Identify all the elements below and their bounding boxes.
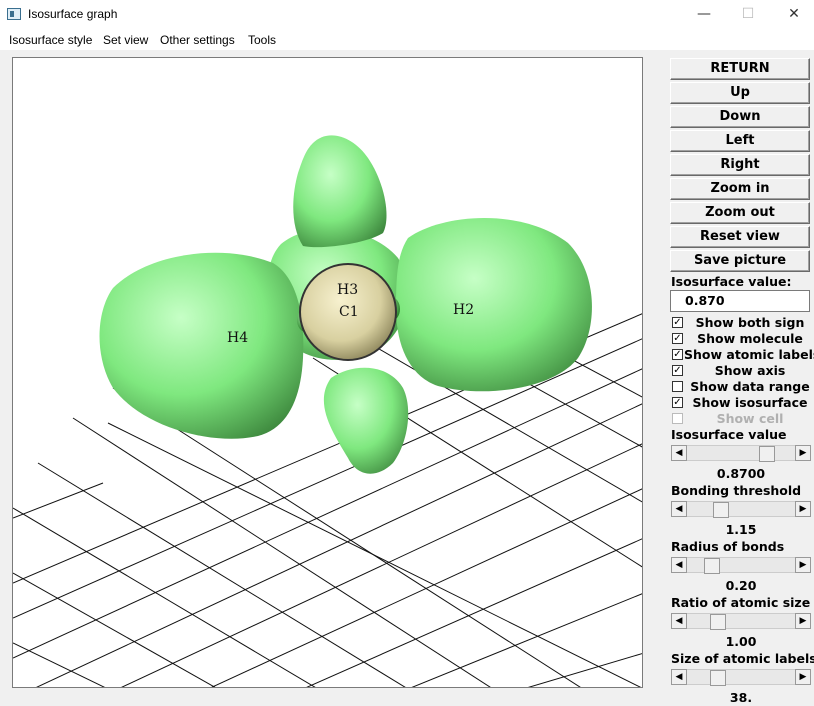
left-button[interactable]: Left: [670, 130, 810, 152]
checkbox-show-both-sign[interactable]: ✓ Show both sign: [670, 315, 812, 331]
checkbox-label: Show cell: [716, 411, 784, 426]
isovalue-input[interactable]: 0.870: [670, 290, 810, 312]
checkbox-box[interactable]: ✓: [672, 365, 683, 376]
checkbox-label: Show axis: [714, 363, 786, 378]
title-bar: Isosurface graph — ☐ ✕: [0, 0, 814, 30]
menu-other-settings[interactable]: Other settings: [160, 33, 235, 47]
scroll-right-arrow-icon[interactable]: ▶: [795, 669, 811, 685]
slider-radius-of-bonds[interactable]: ◀ ▶: [671, 557, 811, 574]
menu-set-view[interactable]: Set view: [103, 33, 148, 47]
isosurface-lobe-h4: [99, 252, 304, 439]
isosurface-scene: H3 C1 H2 H4: [13, 135, 642, 687]
atom-label-h2: H2: [453, 302, 474, 318]
slider-thumb[interactable]: [704, 558, 720, 574]
menu-tools[interactable]: Tools: [248, 33, 276, 47]
slider-label-size-of-atomic-labels: Size of atomic labels: [671, 651, 814, 666]
slider-track[interactable]: [687, 613, 795, 630]
menu-isosurface-style[interactable]: Isosurface style: [9, 33, 92, 47]
checkbox-label: Show isosurface: [692, 395, 808, 410]
zoom-in-button[interactable]: Zoom in: [670, 178, 810, 200]
scroll-right-arrow-icon[interactable]: ▶: [795, 613, 811, 629]
slider-bonding-threshold[interactable]: ◀ ▶: [671, 501, 811, 518]
down-button[interactable]: Down: [670, 106, 810, 128]
scroll-right-arrow-icon[interactable]: ▶: [795, 557, 811, 573]
slider-track[interactable]: [687, 557, 795, 574]
slider-size-of-atomic-labels[interactable]: ◀ ▶: [671, 669, 811, 686]
slider-label-ratio-of-atomic-size: Ratio of atomic size: [671, 595, 811, 610]
checkbox-label: Show data range: [690, 379, 810, 394]
app-icon: [7, 8, 21, 20]
checkbox-label: Show molecule: [697, 331, 803, 346]
checkbox-box[interactable]: ✓: [672, 317, 683, 328]
zoom-out-button[interactable]: Zoom out: [670, 202, 810, 224]
slider-thumb[interactable]: [710, 614, 726, 630]
slider-thumb[interactable]: [710, 670, 726, 686]
slider-label-isosurface-value: Isosurface value: [671, 427, 787, 442]
slider-thumb[interactable]: [713, 502, 729, 518]
slider-value-size-of-atomic-labels: 38.: [729, 690, 753, 705]
right-button[interactable]: Right: [670, 154, 810, 176]
return-button[interactable]: RETURN: [670, 58, 810, 80]
slider-value-bonding-threshold: 1.15: [725, 522, 757, 537]
save-picture-button[interactable]: Save picture: [670, 250, 810, 272]
checkbox-box[interactable]: ✓: [672, 349, 683, 360]
checkbox-box[interactable]: [672, 381, 683, 392]
up-button[interactable]: Up: [670, 82, 810, 104]
close-button[interactable]: ✕: [771, 0, 814, 30]
slider-value-isosurface-value: 0.8700: [716, 466, 766, 481]
menu-bar: Isosurface style Set view Other settings…: [0, 30, 814, 50]
slider-track[interactable]: [687, 501, 795, 518]
atom-label-c1: C1: [339, 304, 359, 320]
slider-track[interactable]: [687, 445, 795, 462]
checkbox-label: Show atomic labels: [684, 347, 814, 362]
atom-label-h3: H3: [337, 282, 358, 298]
checkbox-show-molecule[interactable]: ✓ Show molecule: [670, 331, 812, 347]
checkbox-show-isosurface[interactable]: ✓ Show isosurface: [670, 395, 812, 411]
slider-value-radius-of-bonds: 0.20: [725, 578, 757, 593]
checkbox-show-axis[interactable]: ✓ Show axis: [670, 363, 812, 379]
window-title: Isosurface graph: [28, 7, 118, 21]
atom-label-h4: H4: [227, 330, 248, 346]
scroll-left-arrow-icon[interactable]: ◀: [671, 613, 687, 629]
slider-label-radius-of-bonds: Radius of bonds: [671, 539, 785, 554]
slider-track[interactable]: [687, 669, 795, 686]
slider-isosurface-value[interactable]: ◀ ▶: [671, 445, 811, 462]
isovalue-label: Isosurface value:: [671, 274, 792, 289]
minimize-button[interactable]: —: [681, 0, 727, 30]
scroll-left-arrow-icon[interactable]: ◀: [671, 501, 687, 517]
slider-value-ratio-of-atomic-size: 1.00: [725, 634, 757, 649]
checkbox-box[interactable]: ✓: [672, 333, 683, 344]
isosurface-lobe-bottom: [323, 367, 409, 474]
slider-ratio-of-atomic-size[interactable]: ◀ ▶: [671, 613, 811, 630]
checkbox-label: Show both sign: [695, 315, 805, 330]
scroll-left-arrow-icon[interactable]: ◀: [671, 557, 687, 573]
scroll-left-arrow-icon[interactable]: ◀: [671, 445, 687, 461]
checkbox-show-data-range[interactable]: Show data range: [670, 379, 812, 395]
slider-label-bonding-threshold: Bonding threshold: [671, 483, 802, 498]
scroll-left-arrow-icon[interactable]: ◀: [671, 669, 687, 685]
checkbox-show-cell: Show cell: [670, 411, 812, 427]
maximize-button[interactable]: ☐: [725, 0, 771, 30]
checkbox-box: [672, 413, 683, 424]
isosurface-lobe-h2: [396, 218, 592, 392]
isosurface-viewport[interactable]: H3 C1 H2 H4: [12, 57, 643, 688]
checkbox-show-atomic-labels[interactable]: ✓ Show atomic labels: [670, 347, 814, 363]
scroll-right-arrow-icon[interactable]: ▶: [795, 445, 811, 461]
isosurface-lobe-top: [293, 135, 387, 248]
slider-thumb[interactable]: [759, 446, 775, 462]
checkbox-box[interactable]: ✓: [672, 397, 683, 408]
reset-view-button[interactable]: Reset view: [670, 226, 810, 248]
scroll-right-arrow-icon[interactable]: ▶: [795, 501, 811, 517]
